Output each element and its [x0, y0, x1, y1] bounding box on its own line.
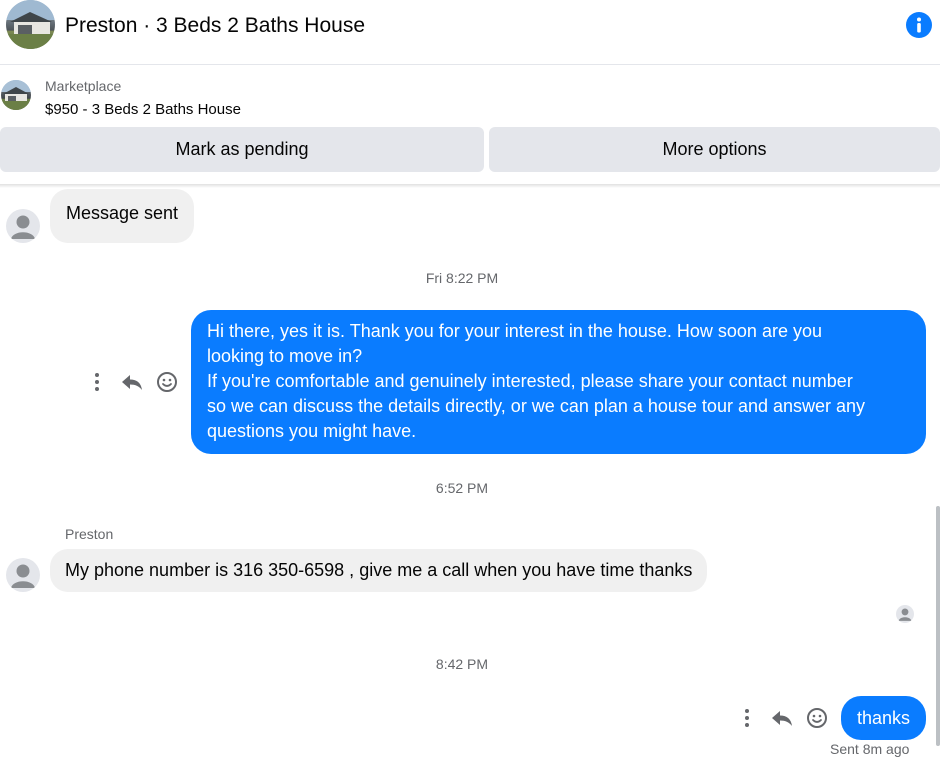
- more-vertical-icon[interactable]: [735, 706, 759, 730]
- message-bubble[interactable]: My phone number is 316 350-6598 , give m…: [50, 549, 708, 592]
- info-icon[interactable]: [906, 12, 932, 38]
- header-divider: [0, 184, 940, 188]
- message-bubble-outgoing[interactable]: Hi there, yes it is. Thank you for your …: [191, 310, 926, 454]
- message-status: Sent 8m ago: [830, 741, 910, 757]
- more-vertical-icon[interactable]: [85, 370, 109, 394]
- timestamp: 8:42 PM: [435, 656, 489, 672]
- mark-as-pending-button[interactable]: Mark as pending: [0, 127, 484, 172]
- timestamp: Fri 8:22 PM: [425, 270, 499, 286]
- sender-name: Preston: [65, 526, 114, 542]
- house-photo: [6, 0, 55, 49]
- message-line: looking to move in?: [207, 346, 363, 366]
- emoji-icon[interactable]: [805, 706, 829, 730]
- timestamp: 6:52 PM: [435, 480, 489, 496]
- message-line: Hi there, yes it is. Thank you for your …: [207, 321, 822, 341]
- emoji-icon[interactable]: [155, 370, 179, 394]
- marketplace-label: Marketplace: [45, 78, 122, 94]
- default-avatar-icon[interactable]: [6, 209, 40, 243]
- message-bubble-outgoing[interactable]: thanks: [841, 696, 926, 740]
- reply-icon[interactable]: [120, 370, 144, 394]
- default-avatar-icon[interactable]: [6, 558, 40, 592]
- read-receipt-avatar: [896, 605, 914, 623]
- message-bubble[interactable]: Message sent: [50, 189, 195, 243]
- message-line: questions you might have.: [207, 421, 417, 441]
- header-avatar[interactable]: [6, 0, 55, 49]
- more-options-button[interactable]: More options: [489, 127, 940, 172]
- message-line: so we can discuss the details directly, …: [207, 396, 866, 416]
- message-line: If you're comfortable and genuinely inte…: [207, 371, 853, 391]
- reply-icon[interactable]: [770, 706, 794, 730]
- listing-thumbnail[interactable]: [1, 80, 31, 110]
- scrollbar[interactable]: [936, 506, 940, 746]
- page-title: Preston · 3 Beds 2 Baths House: [65, 14, 365, 37]
- listing-title[interactable]: $950 - 3 Beds 2 Baths House: [45, 100, 241, 119]
